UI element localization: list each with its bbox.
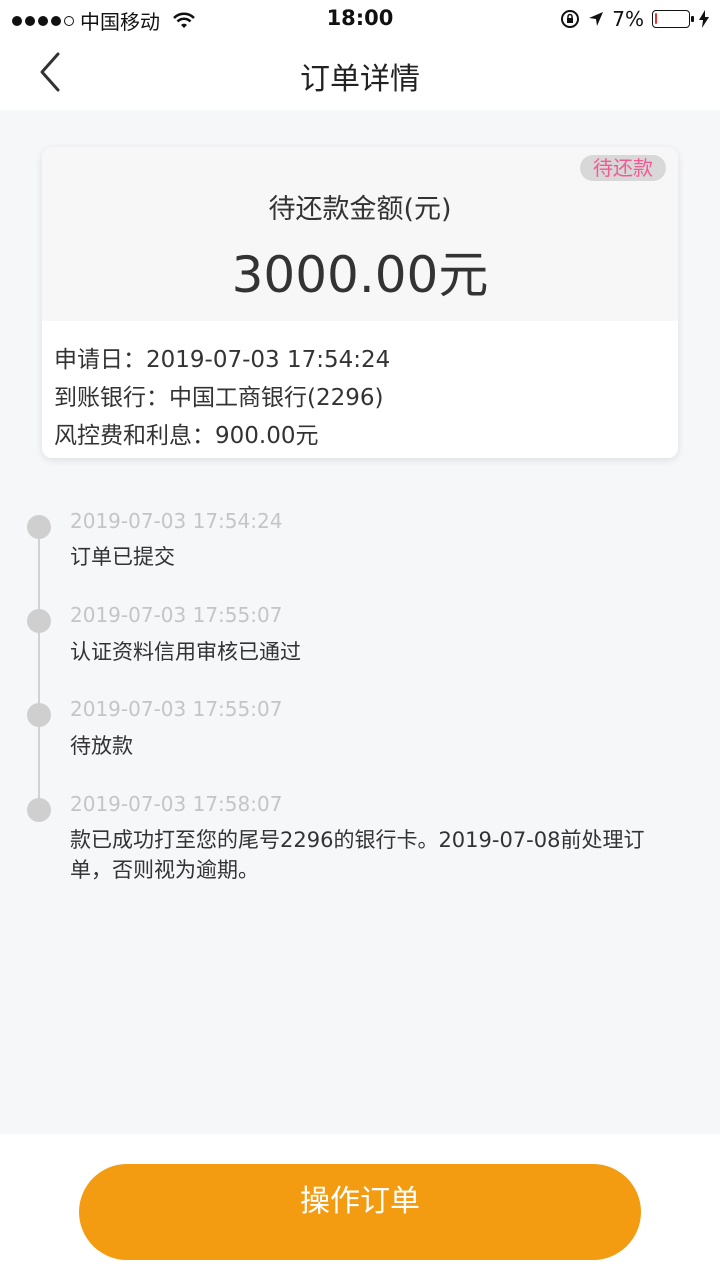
status-bar: 中国移动 18:00 7% <box>0 0 720 36</box>
timeline-dot <box>27 609 51 633</box>
timeline-time: 2019-07-03 17:55:07 <box>70 603 283 627</box>
timeline-line <box>38 527 40 810</box>
charging-bolt-icon <box>699 10 709 28</box>
receiving-bank: 到账银行：中国工商银行(2296) <box>54 385 384 411</box>
footer: 操作订单 <box>0 1134 720 1280</box>
timeline-time: 2019-07-03 17:55:07 <box>70 697 283 721</box>
timeline-time: 2019-07-03 17:54:24 <box>70 509 283 533</box>
timeline-text: 款已成功打至您的尾号2296的银行卡。2019-07-08前处理订单，否则视为逾… <box>70 828 645 882</box>
timeline-text: 订单已提交 <box>70 545 175 569</box>
status-badge: 待还款 <box>580 155 666 181</box>
battery-icon <box>652 10 694 28</box>
fee-and-interest: 风控费和利息：900.00元 <box>54 423 319 449</box>
location-arrow-icon <box>589 12 604 26</box>
order-summary-card: 待还款 待还款金额(元) 3000.00元 申请日：2019-07-03 17:… <box>42 147 678 458</box>
timeline-text: 待放款 <box>70 734 133 758</box>
apply-date: 申请日：2019-07-03 17:54:24 <box>54 347 391 373</box>
timeline-dot <box>27 798 51 822</box>
amount-value: 3000.00元 <box>231 246 489 304</box>
orientation-lock-icon <box>561 10 580 28</box>
nav-bar: 订单详情 <box>0 36 720 110</box>
timeline-text: 认证资料信用审核已通过 <box>70 640 301 664</box>
operate-order-button[interactable]: 操作订单 <box>79 1164 641 1260</box>
amount-section: 待还款 待还款金额(元) 3000.00元 <box>42 147 678 321</box>
timeline-time: 2019-07-03 17:58:07 <box>70 792 283 816</box>
battery-percent: 7% <box>612 7 644 31</box>
timeline-dot <box>27 515 51 539</box>
page-title: 订单详情 <box>300 62 420 97</box>
timeline-dot <box>27 703 51 727</box>
battery-level-fill <box>655 13 657 24</box>
amount-label: 待还款金额(元) <box>268 194 452 225</box>
status-bar-right: 7% <box>560 7 710 31</box>
